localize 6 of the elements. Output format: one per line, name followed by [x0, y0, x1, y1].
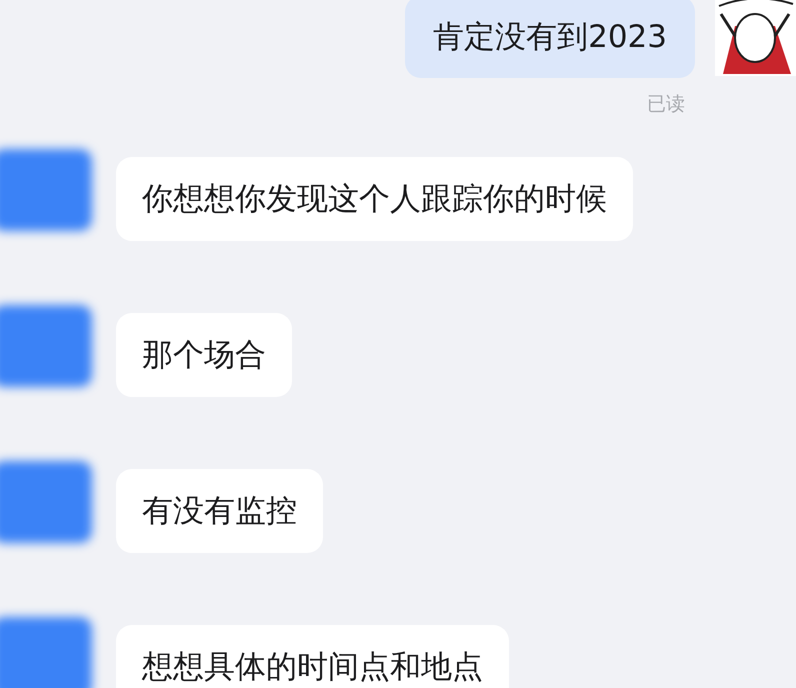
- message-bubble: 你想想你发现这个人跟踪你的时候: [116, 157, 633, 241]
- message-bubble: 想想具体的时间点和地点: [116, 625, 509, 688]
- read-status: 已读: [647, 92, 685, 117]
- message-bubble: 那个场合: [116, 313, 292, 397]
- message-bubble: 肯定没有到2023: [405, 0, 695, 78]
- message-bubble: 有没有监控: [116, 469, 323, 553]
